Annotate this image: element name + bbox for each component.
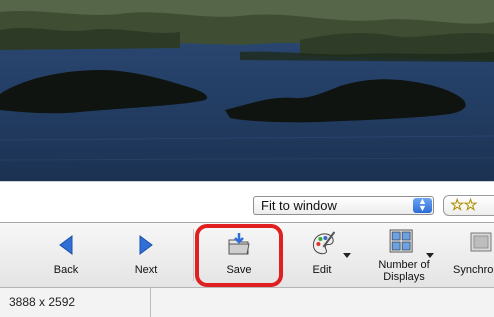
displays-button-label: Number of Displays [372,259,436,283]
chevron-down-icon [426,253,434,258]
status-divider [150,288,151,317]
next-button[interactable]: Next [118,223,174,287]
back-arrow-icon [59,235,73,258]
back-button[interactable]: Back [38,223,94,287]
multi-display-icon [389,229,413,256]
next-button-label: Next [134,264,158,276]
zoom-select-value: Fit to window [261,198,337,213]
edit-button-label: Edit [312,264,332,276]
image-dimensions: 3888 x 2592 [9,295,76,309]
chevron-down-icon [343,253,351,258]
edit-palette-icon [310,231,336,260]
zoom-select[interactable]: Fit to window ▲ ▼ [253,196,434,215]
sync-icon [470,231,494,258]
number-of-displays-button[interactable]: Number of Displays [372,223,436,287]
status-bar: 3888 x 2592 [0,288,494,317]
chevron-updown-icon[interactable]: ▲ ▼ [413,197,432,213]
displays-label-line1: Number of [378,259,430,271]
sync-button-label: Synchro [453,264,494,276]
photo-preview [0,0,494,181]
toolbar-separator [193,229,194,281]
save-highlight-annotation [195,224,283,287]
rating-stars[interactable]: ☆☆ [443,195,494,216]
edit-button[interactable]: Edit [296,223,356,287]
landscape-photo [0,0,494,181]
viewer-window: Fit to window ▲ ▼ ☆☆ Back Next Save Edit… [0,0,494,317]
back-button-label: Back [53,264,79,276]
sync-button[interactable]: Synchro [450,223,494,287]
next-arrow-icon [139,235,153,258]
view-options-bar: Fit to window ▲ ▼ ☆☆ [0,181,494,223]
displays-label-line2: Displays [383,271,425,283]
star-rating-icon: ☆☆ [450,197,478,215]
